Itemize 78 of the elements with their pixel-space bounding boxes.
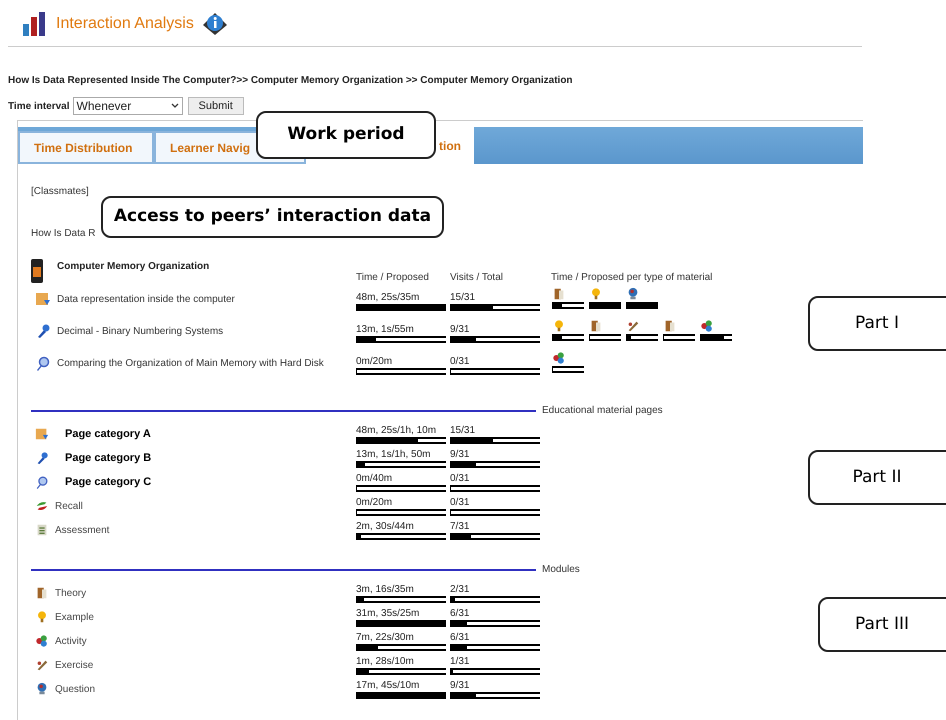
row-label: Page category B: [65, 450, 152, 466]
document-icon: [589, 319, 603, 333]
pencil-icon: [35, 658, 49, 672]
topic-name: Data representation inside the computer: [57, 292, 235, 306]
time-value: 2m, 30s/44m: [356, 520, 415, 532]
document-icon: [35, 586, 49, 600]
circles-icon: [552, 351, 566, 365]
column-header: Time / Proposed: [356, 271, 430, 285]
visits-value: 15/31: [450, 424, 476, 436]
time-value: 1m, 28s/10m: [356, 656, 415, 668]
course-text: How Is Data R: [31, 227, 96, 241]
circles-icon: [35, 634, 49, 648]
checklist-icon: [35, 523, 49, 537]
topic-name: Decimal - Binary Numbering Systems: [57, 324, 224, 338]
search-icon: [35, 475, 49, 489]
column-header: Time / Proposed per type of material: [551, 271, 712, 285]
callout-tooltip: Work period: [256, 111, 436, 159]
time-value: 0m/20m: [356, 355, 394, 368]
visits-value: 1/31: [450, 656, 470, 668]
row-label: Theory: [55, 586, 86, 600]
row-label: Recall: [55, 500, 83, 514]
row-label: Exercise: [55, 658, 94, 672]
time-value: 0m/20m: [356, 496, 394, 508]
time-value: 17m, 45s/10m: [356, 680, 420, 692]
visits-value: 0/31: [450, 496, 470, 508]
row-label: Activity: [55, 634, 87, 648]
time-value: 7m, 22s/30m: [356, 632, 415, 644]
row-label: Page category C: [65, 474, 152, 490]
row-label: Page category A: [65, 426, 151, 442]
row-label: Assessment: [55, 524, 110, 538]
submit-button[interactable]: Submit: [188, 97, 244, 115]
visits-value: 0/31: [450, 472, 470, 484]
time-value: 48m, 25s/1h, 10m: [356, 424, 438, 436]
document-icon: [552, 287, 566, 301]
time-value: 13m, 1s/1h, 50m: [356, 448, 432, 460]
topic-name: Comparing the Organization of Main Memory with Hard Disk: [57, 356, 324, 370]
breadcrumb: How Is Data Represented Inside The Computer?>> Computer Memory Organization >> Computer Memory Organization: [8, 74, 574, 88]
callout-tooltip: Part I: [808, 296, 946, 351]
lightbulb-icon: [552, 319, 566, 333]
column-header: Visits / Total: [450, 271, 504, 285]
time-value: 13m, 1s/55m: [356, 323, 415, 336]
visits-value: 6/31: [450, 608, 470, 620]
time-value: 0m/40m: [356, 472, 394, 484]
visits-value: 15/31: [450, 291, 476, 304]
visits-value: 7/31: [450, 520, 470, 532]
page-title: Interaction Analysis: [56, 14, 194, 34]
info-icon[interactable]: [202, 12, 228, 36]
section-title: Modules: [542, 563, 580, 577]
bar-chart-icon: [22, 12, 48, 36]
time-value: 48m, 25s/35m: [356, 291, 420, 304]
search-icon: [35, 355, 51, 371]
visits-value: 6/31: [450, 632, 470, 644]
lightbulb-icon: [589, 287, 603, 301]
chevron-icon: [170, 103, 179, 109]
row-label: Example: [55, 610, 94, 624]
visits-value: 9/31: [450, 448, 470, 460]
package-icon: [35, 291, 51, 307]
section-title: Educational material pages: [542, 404, 663, 418]
row-label: Question: [55, 682, 96, 696]
time-value: 3m, 16s/35m: [356, 584, 415, 596]
document-icon: [663, 319, 677, 333]
topic-title: Computer Memory Organization: [57, 260, 210, 274]
visits-value: 9/31: [450, 323, 470, 336]
package-icon: [35, 427, 49, 441]
lightbulb-icon: [35, 610, 49, 624]
visits-value: 9/31: [450, 680, 470, 692]
circles-icon: [700, 319, 714, 333]
cylinder-icon: [31, 259, 43, 283]
time-interval-label: Time interval: [8, 100, 70, 114]
callout-tooltip: Part III: [818, 597, 946, 652]
time-interval-select[interactable]: Whenever: [72, 97, 183, 115]
time-value: 31m, 35s/25m: [356, 608, 420, 620]
visits-value: 0/31: [450, 355, 470, 368]
callout-tooltip: Part II: [808, 450, 946, 505]
pencil-icon: [626, 319, 640, 333]
callout-tooltip: Access to peers’ interaction data: [101, 196, 444, 238]
group-label: [Classmates]: [31, 185, 90, 199]
visits-value: 2/31: [450, 584, 470, 596]
